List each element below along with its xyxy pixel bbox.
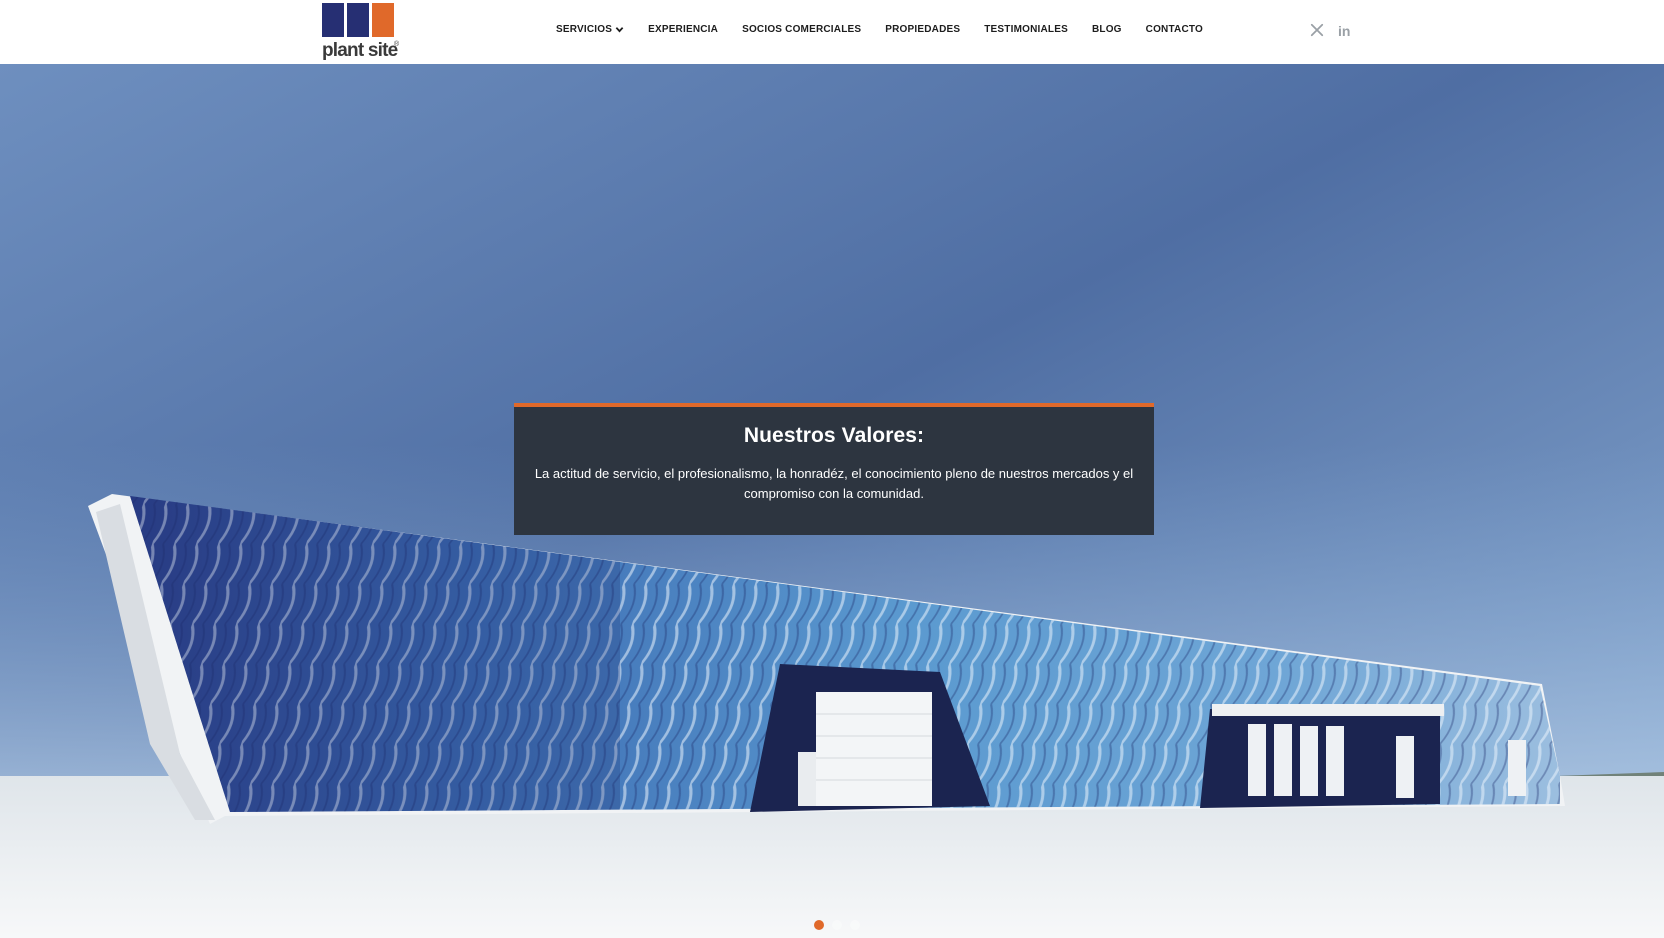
values-title: Nuestros Valores: (743, 424, 925, 447)
nav-item-socios-comerciales[interactable]: SOCIOS COMERCIALES (742, 24, 861, 35)
logo-square-blue-1 (322, 3, 344, 37)
x-twitter-icon-glyph (1310, 23, 1324, 37)
chevron-down-icon (615, 27, 624, 33)
nav-item-servicios[interactable]: SERVICIOS (556, 24, 624, 35)
values-text: La actitud de servicio, el profesionalis… (534, 466, 1134, 501)
slider-pagination (814, 920, 860, 930)
values-caption-box: Nuestros Valores: La actitud de servicio… (514, 403, 1154, 535)
nav-item-contacto[interactable]: CONTACTO (1146, 24, 1203, 35)
nav-item-blog[interactable]: BLOG (1092, 24, 1122, 35)
nav-item-label: SERVICIOS (556, 24, 613, 35)
logo-square-orange (372, 3, 394, 37)
hero-slider: Nuestros Valores: La actitud de servicio… (0, 64, 1664, 938)
nav-item-propiedades[interactable]: PROPIEDADES (885, 24, 960, 35)
logo-registered-mark: ® (394, 41, 400, 48)
slider-dot-2[interactable] (832, 920, 842, 930)
main-nav: SERVICIOS EXPERIENCIA SOCIOS COMERCIALES… (556, 24, 1203, 35)
plant-site-logo[interactable]: plant site ® (322, 3, 402, 63)
linkedin-glyph: in (1338, 23, 1351, 39)
slider-dot-1[interactable] (814, 920, 824, 930)
logo-squares (322, 3, 402, 37)
site-header: plant site ® SERVICIOS EXPERIENCIA SOCIO… (0, 0, 1664, 64)
slider-dot-3[interactable] (850, 920, 860, 930)
nav-item-experiencia[interactable]: EXPERIENCIA (648, 24, 718, 35)
nav-item-testimoniales[interactable]: TESTIMONIALES (984, 24, 1068, 35)
linkedin-icon[interactable]: in (1338, 23, 1354, 39)
logo-wordmark: plant site (322, 40, 398, 61)
x-twitter-icon[interactable] (1310, 23, 1326, 39)
logo-square-blue-2 (347, 3, 369, 37)
